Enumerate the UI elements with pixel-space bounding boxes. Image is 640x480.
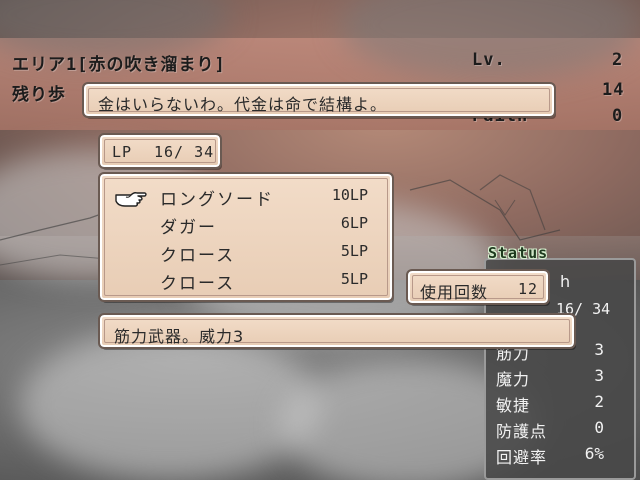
shop-item-row[interactable]: クロース 5LP (102, 266, 390, 294)
level-value: 2 (612, 50, 624, 70)
fog-cloud (20, 330, 320, 480)
shop-item-cost: 5LP (340, 242, 368, 260)
pointing-hand-icon (115, 192, 147, 207)
stat-row-evasion: 回避率 6% (496, 444, 604, 468)
lp-value: 16/ 34 (154, 143, 215, 161)
stat-row-defense: 防護点 0 (496, 418, 604, 442)
stat-row-agility: 敏捷 2 (496, 392, 604, 416)
uses-value: 12 (518, 280, 539, 298)
shop-item-row[interactable]: クロース 5LP (102, 238, 390, 266)
item-description-box: 筋力武器。威力3 (98, 313, 576, 349)
faith-value: 0 (612, 106, 624, 126)
shop-item-name: ダガー (160, 218, 217, 238)
shop-item-list: ロングソード 10LP ダガー 6LP クロース 5LP クロース 5LP (98, 172, 394, 302)
shop-item-name: ロングソード (160, 190, 274, 210)
stat-value: 0 (594, 418, 604, 437)
stat-label: 魔力 (496, 370, 531, 389)
stat-value: 2 (594, 392, 604, 411)
stat-value: 3 (594, 340, 604, 359)
shop-item-row[interactable]: ダガー 6LP (102, 210, 390, 238)
stat-value: 6% (584, 444, 604, 463)
uses-label: 使用回数 (420, 283, 489, 302)
area-title: エリア1[赤の吹き溜まり] (12, 55, 226, 75)
steps-value: 14 (602, 80, 625, 100)
lp-label: LP (112, 143, 133, 161)
stat-label: 敏捷 (496, 396, 531, 415)
stat-value: 3 (594, 366, 604, 385)
level-label: Lv. (472, 50, 506, 70)
item-description: 筋力武器。威力3 (114, 327, 245, 346)
shop-item-cost: 6LP (340, 214, 368, 232)
stat-label: 防護点 (496, 422, 548, 441)
status-title: Status (488, 244, 549, 262)
stat-label: 回避率 (496, 448, 548, 467)
shop-item-row[interactable]: ロングソード 10LP (102, 182, 390, 210)
shop-item-cost: 10LP (331, 186, 368, 204)
uses-box: 使用回数 12 (406, 269, 550, 305)
shop-item-name: クロース (160, 274, 236, 294)
shop-item-cost: 5LP (340, 270, 368, 288)
lp-box: LP 16/ 34 (98, 133, 222, 169)
stat-row-magic: 魔力 3 (496, 366, 604, 390)
dialogue-box: 金はいらないわ。代金は命で結構よ。 (82, 82, 556, 118)
status-header-partial: h (560, 272, 571, 291)
remaining-steps-label: 残り歩 (12, 85, 66, 105)
shop-item-name: クロース (160, 246, 236, 266)
dialogue-message: 金はいらないわ。代金は命で結構よ。 (98, 95, 388, 114)
